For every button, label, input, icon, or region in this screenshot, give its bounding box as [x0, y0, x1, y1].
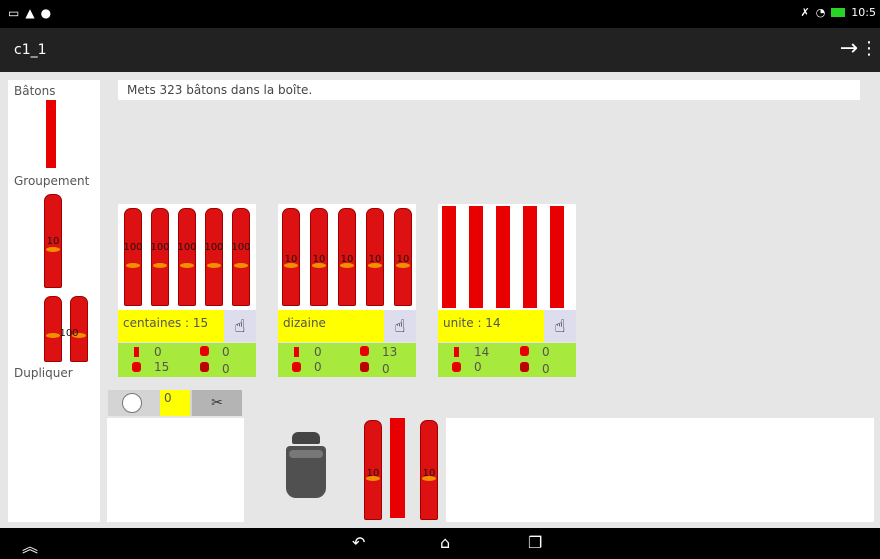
hundred-bundle[interactable]: 100	[201, 204, 227, 306]
instruction-text: Mets 323 bâtons dans la boîte.	[118, 80, 860, 100]
hundred-bundle[interactable]: 100	[147, 204, 173, 306]
trash-icon[interactable]	[286, 432, 326, 498]
select-circle-button[interactable]	[122, 393, 142, 413]
baton-stick[interactable]	[496, 206, 510, 308]
groupement-label: Groupement	[14, 174, 90, 188]
forward-arrow-icon[interactable]: →	[840, 36, 858, 61]
battery-icon	[831, 8, 846, 17]
unite-column[interactable]	[438, 204, 576, 310]
work-area-left[interactable]	[107, 418, 244, 522]
unite-counts: 14 0 0 0	[438, 343, 576, 377]
centaines-hand-icon[interactable]: ☝	[224, 310, 256, 342]
workspace-baton[interactable]	[390, 418, 405, 518]
no-signal-icon: ✗	[800, 6, 810, 19]
ten-bundle[interactable]: 10	[278, 204, 304, 306]
ten-bundle-source[interactable]: 10	[42, 190, 64, 288]
status-bar: ▭ ▲ ● ✗ ◔ 10:5	[0, 0, 880, 28]
baton-stick[interactable]	[442, 206, 456, 308]
navigation-bar: ︽ ↶ ⌂ ❐	[0, 528, 880, 559]
hundred-bundle[interactable]: 100	[228, 204, 254, 306]
dizaine-column[interactable]: 10 10 10 10 10	[278, 204, 416, 310]
ten-bundle[interactable]: 10	[306, 204, 332, 306]
dizaine-counts: 0 13 0 0	[278, 343, 416, 377]
workspace-ten-bundle[interactable]: 10	[360, 416, 386, 520]
work-area-right[interactable]	[446, 418, 874, 522]
action-bar: c1_1 → ⋮	[0, 28, 880, 72]
overflow-menu-icon[interactable]: ⋮	[860, 38, 878, 59]
screen-title: c1_1	[14, 42, 47, 58]
workspace-ten-bundle[interactable]: 10	[416, 416, 442, 520]
dupliquer-label: Dupliquer	[14, 366, 73, 380]
centaines-column[interactable]: 100 100 100 100 100	[118, 204, 256, 310]
recent-apps-icon[interactable]: ❐	[528, 533, 542, 552]
centaines-label: centaines : 15	[118, 310, 224, 342]
single-baton[interactable]	[46, 100, 56, 168]
gallery-icon: ▭	[8, 6, 20, 20]
keyboard-hide-icon[interactable]: ︽	[22, 533, 38, 557]
baton-stick[interactable]	[550, 206, 564, 308]
batons-label: Bâtons	[14, 84, 56, 98]
hundred-bundle[interactable]: 100	[174, 204, 200, 306]
app-screen: ▭ ▲ ● ✗ ◔ 10:5 c1_1 → ⋮ Bâtons Groupemen…	[0, 0, 880, 559]
wifi-icon: ◔	[815, 6, 826, 19]
back-icon[interactable]: ↶	[352, 533, 365, 552]
tool-bar: 0 ✂	[108, 390, 242, 416]
unite-label: unite : 14	[438, 310, 544, 342]
baton-stick[interactable]	[523, 206, 537, 308]
ten-bundle[interactable]: 10	[390, 204, 416, 306]
hundred-bundle-source[interactable]: 100	[42, 292, 96, 362]
selection-count: 0	[160, 390, 190, 416]
dizaine-hand-icon[interactable]: ☝	[384, 310, 416, 342]
clock: 10:5	[851, 6, 876, 19]
centaines-counts: 0 0 15 0	[118, 343, 256, 377]
scissors-icon[interactable]: ✂	[192, 390, 242, 416]
hundred-bundle[interactable]: 100	[120, 204, 146, 306]
home-icon[interactable]: ⌂	[440, 533, 450, 552]
ten-bundle[interactable]: 10	[334, 204, 360, 306]
ten-bundle[interactable]: 10	[362, 204, 388, 306]
android-icon: ●	[40, 6, 52, 20]
baton-stick[interactable]	[469, 206, 483, 308]
unite-hand-icon[interactable]: ☝	[544, 310, 576, 342]
warning-icon: ▲	[25, 6, 35, 20]
dizaine-label: dizaine	[278, 310, 384, 342]
